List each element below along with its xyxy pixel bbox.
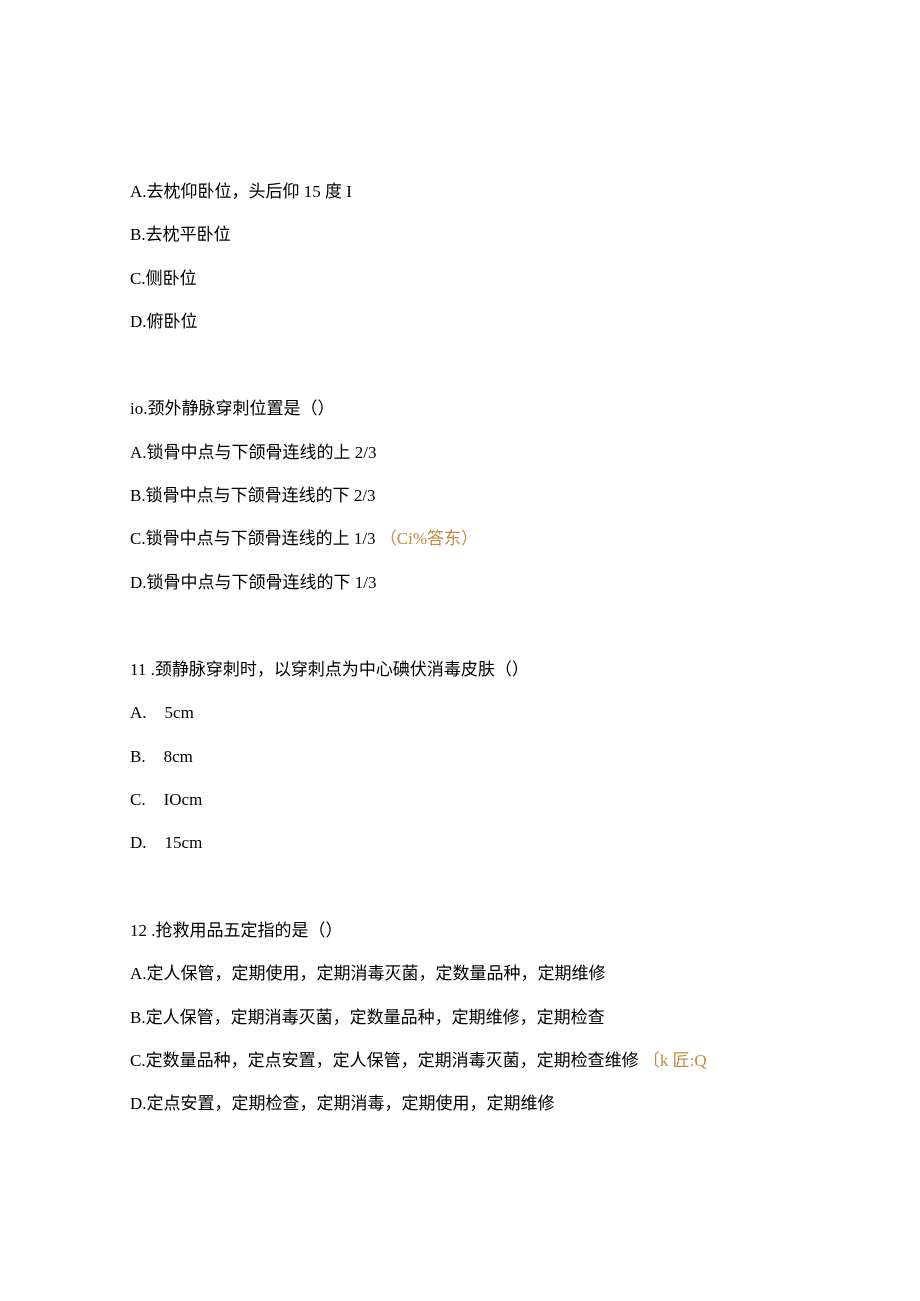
q11-option-b: B. 8cm (130, 735, 790, 778)
q11-option-b-value: 8cm (164, 747, 193, 766)
q10-option-b: B.锁骨中点与下颌骨连线的下 2/3 (130, 474, 790, 517)
q12-option-c-text: C.定数量品种，定点安置，定人保管，定期消毒灭菌，定期检查维修 (130, 1051, 639, 1070)
q11-option-d-value: 15cm (165, 833, 203, 852)
q11-option-d-label: D. (130, 833, 147, 852)
spacer (130, 343, 790, 387)
q12-option-d: D.定点安置，定期检查，定期消毒，定期使用，定期维修 (130, 1082, 790, 1125)
q11-option-c-label: C. (130, 790, 146, 809)
q11-stem: 11 .颈静脉穿刺时，以穿刺点为中心碘伏消毒皮肤（） (130, 648, 790, 691)
q9-option-c: C.侧卧位 (130, 257, 790, 300)
q11-option-a: A. 5cm (130, 691, 790, 734)
q11-option-c-value: IOcm (164, 790, 203, 809)
q10-stem: io.颈外静脉穿刺位置是（） (130, 387, 790, 430)
q10-option-c-annotation: （Ci%答东） (380, 529, 478, 548)
document-page: A.去枕仰卧位，头后仰 15 度 I B.去枕平卧位 C.侧卧位 D.俯卧位 i… (0, 0, 920, 1126)
q11-option-a-value: 5cm (165, 703, 194, 722)
q11-option-d: D. 15cm (130, 821, 790, 864)
q9-option-b: B.去枕平卧位 (130, 213, 790, 256)
q11-option-b-label: B. (130, 747, 146, 766)
q10-option-c: C.锁骨中点与下颌骨连线的上 1/3 （Ci%答东） (130, 517, 790, 560)
spacer (130, 604, 790, 648)
q12-option-c-annotation: 〔k 匠:Q (643, 1051, 707, 1070)
q11-option-a-label: A. (130, 703, 147, 722)
q9-option-a: A.去枕仰卧位，头后仰 15 度 I (130, 170, 790, 213)
q9-option-d: D.俯卧位 (130, 300, 790, 343)
q12-option-c: C.定数量品种，定点安置，定人保管，定期消毒灭菌，定期检查维修 〔k 匠:Q (130, 1039, 790, 1082)
q10-option-d: D.锁骨中点与下颌骨连线的下 1/3 (130, 561, 790, 604)
q12-option-b: B.定人保管，定期消毒灭菌，定数量品种，定期维修，定期检查 (130, 996, 790, 1039)
spacer (130, 865, 790, 909)
q12-stem: 12 .抢救用品五定指的是（） (130, 909, 790, 952)
q12-option-a: A.定人保管，定期使用，定期消毒灭菌，定数量品种，定期维修 (130, 952, 790, 995)
q10-option-a: A.锁骨中点与下颌骨连线的上 2/3 (130, 431, 790, 474)
q11-option-c: C. IOcm (130, 778, 790, 821)
q10-option-c-text: C.锁骨中点与下颌骨连线的上 1/3 (130, 529, 376, 548)
